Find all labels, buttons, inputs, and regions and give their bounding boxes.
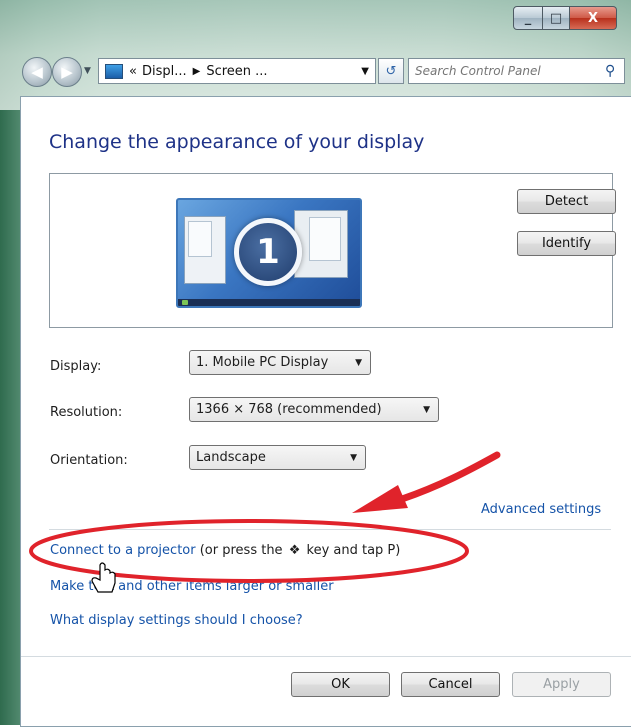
page-title: Change the appearance of your display	[49, 131, 425, 153]
chevron-down-icon: ▼	[423, 404, 430, 415]
display-select[interactable]: 1. Mobile PC Display ▼	[189, 350, 371, 375]
breadcrumb-separator-icon[interactable]: ▶	[193, 66, 201, 77]
monitor-number-badge: 1	[234, 218, 302, 286]
identify-button[interactable]: Identify	[517, 231, 616, 256]
search-box[interactable]: ⚲	[408, 58, 625, 84]
connect-projector-link[interactable]: Connect to a projector	[50, 543, 196, 558]
display-preview: 1 Detect Identify	[49, 173, 616, 328]
start-button-thumbnail	[182, 300, 188, 305]
breadcrumb-prefix[interactable]: «	[129, 64, 137, 79]
resolution-label: Resolution:	[50, 405, 123, 420]
control-panel-icon	[105, 63, 123, 79]
navigation-bar: ◀ ▶ ▼ « Displ... ▶ Screen ... ▼ ↺ ⚲	[22, 56, 626, 88]
title-buttons: _ □ X	[513, 6, 617, 30]
breadcrumb-screen-resolution[interactable]: Screen ...	[206, 64, 267, 79]
breadcrumb-display[interactable]: Displ...	[142, 64, 187, 79]
history-dropdown-icon[interactable]: ▼	[84, 66, 91, 76]
forward-arrow-icon[interactable]: ▶	[52, 57, 82, 87]
display-select-value: 1. Mobile PC Display	[196, 355, 329, 370]
divider	[49, 529, 611, 530]
content-pane: Change the appearance of your display 1 …	[20, 96, 631, 727]
orientation-select[interactable]: Landscape ▼	[189, 445, 366, 470]
display-label: Display:	[50, 359, 102, 374]
projector-hint-text-end: key and tap P)	[306, 543, 401, 558]
address-bar[interactable]: « Displ... ▶ Screen ... ▼	[98, 58, 376, 84]
close-button[interactable]: X	[570, 6, 617, 30]
maximize-button[interactable]: □	[543, 6, 570, 30]
window-thumbnail-icon	[184, 216, 226, 284]
address-dropdown-icon[interactable]: ▼	[361, 66, 369, 77]
projector-hint-text: (or press the	[199, 543, 283, 558]
search-input[interactable]	[409, 63, 605, 79]
projector-row: Connect to a projector (or press the ❖ k…	[50, 543, 400, 558]
ok-button[interactable]: OK	[291, 672, 390, 697]
cancel-button[interactable]: Cancel	[401, 672, 500, 697]
window-thumbnail-icon	[294, 210, 348, 278]
resolution-select[interactable]: 1366 × 768 (recommended) ▼	[189, 397, 439, 422]
orientation-select-value: Landscape	[196, 450, 266, 465]
windows-logo-icon: ❖	[288, 543, 301, 558]
search-icon[interactable]: ⚲	[605, 63, 615, 79]
orientation-label: Orientation:	[50, 453, 128, 468]
monitor-1-icon[interactable]: 1	[176, 198, 362, 308]
footer-divider	[21, 656, 631, 657]
refresh-icon[interactable]: ↺	[378, 58, 404, 84]
apply-button[interactable]: Apply	[512, 672, 611, 697]
minimize-button[interactable]: _	[513, 6, 543, 30]
taskbar-thumbnail	[178, 299, 360, 306]
chevron-down-icon: ▼	[355, 357, 362, 368]
detect-button[interactable]: Detect	[517, 189, 616, 214]
display-help-link[interactable]: What display settings should I choose?	[50, 613, 303, 628]
back-arrow-icon[interactable]: ◀	[22, 57, 52, 87]
chevron-down-icon: ▼	[350, 452, 357, 463]
advanced-settings-link[interactable]: Advanced settings	[481, 502, 601, 517]
text-size-link[interactable]: Make text and other items larger or smal…	[50, 579, 334, 594]
resolution-select-value: 1366 × 768 (recommended)	[196, 402, 382, 417]
